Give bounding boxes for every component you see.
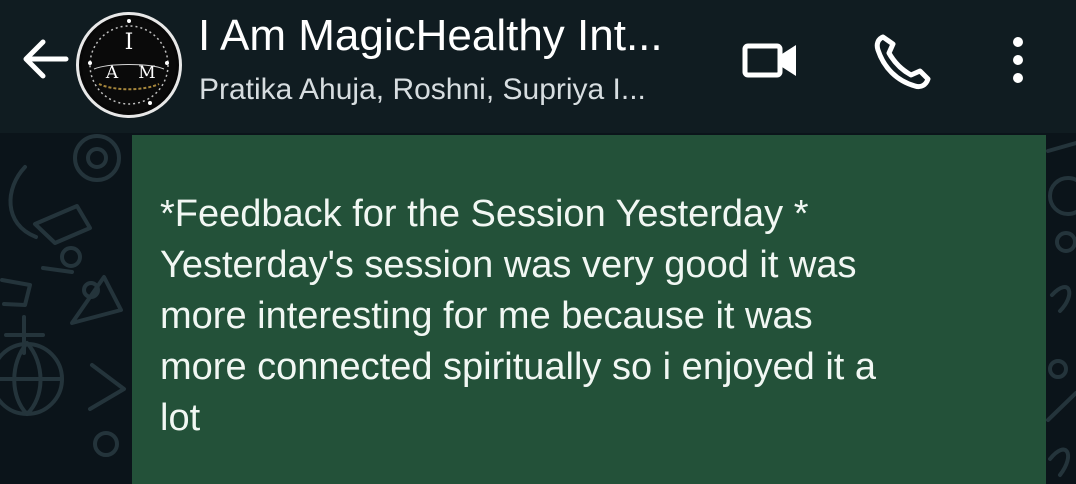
back-button[interactable] xyxy=(18,28,74,88)
avatar-letter-i: I xyxy=(125,30,134,55)
phone-icon xyxy=(874,34,931,90)
more-options-button[interactable] xyxy=(1000,30,1036,90)
avatar-letter-m: M xyxy=(138,63,155,83)
group-title[interactable]: I Am MagicHealthy Int... xyxy=(198,10,718,62)
avatar-letter-a: A xyxy=(105,63,119,83)
arrow-left-icon xyxy=(23,39,69,79)
participants-subtitle[interactable]: Pratika Ahuja, Roshni, Supriya I... xyxy=(199,70,719,110)
group-avatar[interactable]: I A M xyxy=(76,12,182,118)
message-text: *Feedback for the Session Yesterday * Ye… xyxy=(160,193,877,439)
chat-header: I A M I Am MagicHealthy Int... Pratika A… xyxy=(0,0,1076,133)
video-camera-icon xyxy=(742,43,796,78)
voice-call-button[interactable] xyxy=(868,30,934,90)
video-call-button[interactable] xyxy=(738,30,804,90)
more-vertical-icon xyxy=(1013,37,1023,83)
